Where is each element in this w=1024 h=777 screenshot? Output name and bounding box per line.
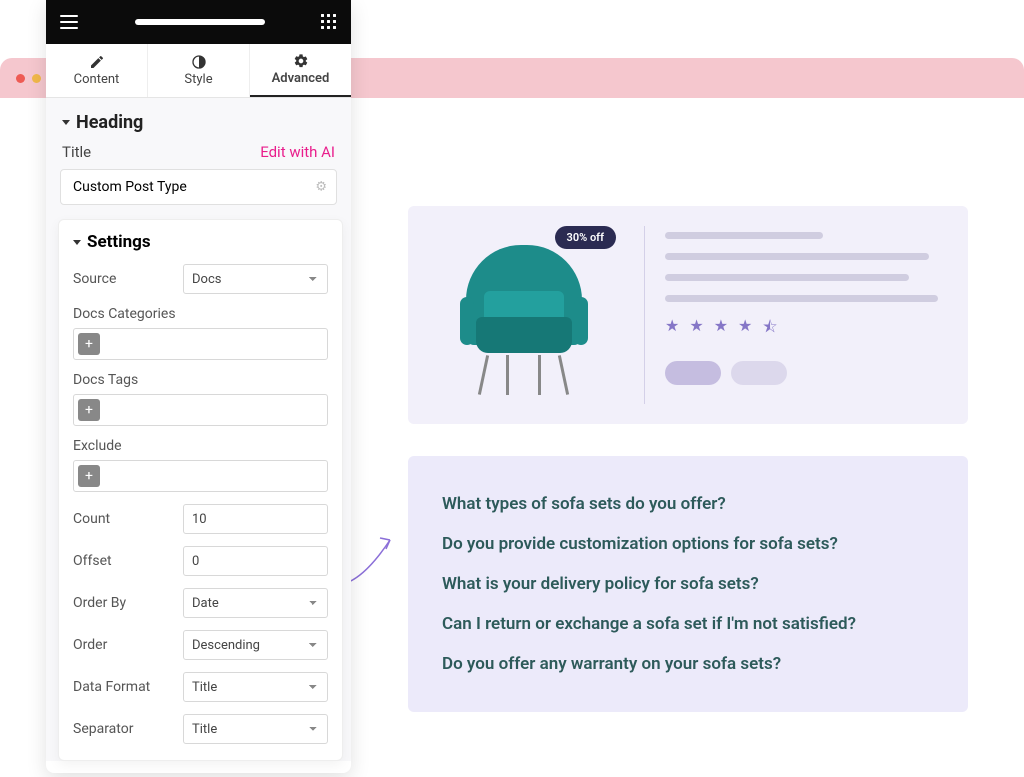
apps-grid-icon[interactable] <box>321 14 337 30</box>
skeleton-line <box>665 295 938 302</box>
star-icon: ★ <box>714 316 728 343</box>
tab-style-label: Style <box>184 72 212 87</box>
faq-item[interactable]: What is your delivery policy for sofa se… <box>442 574 934 594</box>
editor-panel: Content Style Advanced Heading Title Edi… <box>46 0 351 773</box>
product-divider <box>644 226 645 404</box>
faq-item[interactable]: Do you provide customization options for… <box>442 534 934 554</box>
tab-advanced[interactable]: Advanced <box>250 44 351 97</box>
panel-body: Heading Title Edit with AI ⚙ Settings So… <box>46 98 351 761</box>
docs-tags-input[interactable]: + <box>73 394 328 426</box>
plus-icon[interactable]: + <box>78 333 100 355</box>
faq-item[interactable]: Do you offer any warranty on your sofa s… <box>442 654 934 674</box>
product-image-wrap: 30% off <box>424 222 624 408</box>
star-icon: ★ <box>738 316 752 343</box>
product-card: 30% off <box>408 206 968 424</box>
hamburger-icon[interactable] <box>60 15 78 29</box>
source-label: Source <box>73 271 116 287</box>
separator-label: Separator <box>73 721 133 737</box>
offset-input[interactable] <box>183 546 328 576</box>
action-pill-primary[interactable] <box>665 361 721 385</box>
faq-item[interactable]: Can I return or exchange a sofa set if I… <box>442 614 934 634</box>
pencil-icon <box>89 54 105 70</box>
settings-card: Settings Source Docs Docs Categories + D… <box>58 219 343 761</box>
action-pill-secondary[interactable] <box>731 361 787 385</box>
docs-categories-label: Docs Categories <box>73 306 328 322</box>
rating-stars: ★ ★ ★ ★ ⯪ <box>665 316 952 343</box>
tab-style[interactable]: Style <box>148 44 250 97</box>
data-format-select[interactable]: Title <box>183 672 328 702</box>
section-heading-settings[interactable]: Settings <box>73 232 328 252</box>
product-chair-image <box>454 235 594 395</box>
docs-categories-input[interactable]: + <box>73 328 328 360</box>
exclude-input[interactable]: + <box>73 460 328 492</box>
docs-tags-label: Docs Tags <box>73 372 328 388</box>
skeleton-line <box>665 274 909 281</box>
star-icon: ★ <box>689 316 703 343</box>
tab-content[interactable]: Content <box>46 44 148 97</box>
skeleton-line <box>665 232 823 239</box>
title-label: Title <box>62 143 91 161</box>
edit-with-ai-link[interactable]: Edit with AI <box>260 143 335 161</box>
title-row: Title Edit with AI <box>46 139 351 169</box>
title-input[interactable] <box>60 169 337 205</box>
order-select[interactable]: Descending <box>183 630 328 660</box>
separator-select[interactable]: Title <box>183 714 328 744</box>
exclude-label: Exclude <box>73 438 328 454</box>
faq-card: What types of sofa sets do you offer? Do… <box>408 456 968 712</box>
order-label: Order <box>73 637 107 653</box>
settings-section-label: Settings <box>87 232 151 252</box>
order-by-select[interactable]: Date <box>183 588 328 618</box>
source-select[interactable]: Docs <box>183 264 328 294</box>
tab-advanced-label: Advanced <box>272 71 330 86</box>
pill-row <box>665 361 952 385</box>
contrast-icon <box>191 54 207 70</box>
faq-item[interactable]: What types of sofa sets do you offer? <box>442 494 934 514</box>
count-input[interactable] <box>183 504 328 534</box>
editor-topbar <box>46 0 351 44</box>
caret-down-icon <box>73 240 81 245</box>
tab-content-label: Content <box>74 72 120 87</box>
order-by-label: Order By <box>73 595 126 611</box>
gear-icon[interactable]: ⚙ <box>315 180 327 195</box>
count-label: Count <box>73 511 110 527</box>
plus-icon[interactable]: + <box>78 399 100 421</box>
product-details: ★ ★ ★ ★ ⯪ <box>665 222 952 408</box>
caret-down-icon <box>62 120 70 125</box>
traffic-minimize-icon[interactable] <box>32 74 41 83</box>
gear-icon <box>293 53 309 69</box>
traffic-close-icon[interactable] <box>16 74 25 83</box>
editor-tabs: Content Style Advanced <box>46 44 351 98</box>
star-icon: ★ <box>665 316 679 343</box>
plus-icon[interactable]: + <box>78 465 100 487</box>
heading-section-label: Heading <box>76 112 143 133</box>
topbar-title-placeholder <box>135 19 265 25</box>
data-format-label: Data Format <box>73 679 150 695</box>
star-half-icon: ⯪ <box>762 316 777 343</box>
section-heading-heading[interactable]: Heading <box>46 98 351 139</box>
offset-label: Offset <box>73 553 112 569</box>
skeleton-line <box>665 253 929 260</box>
